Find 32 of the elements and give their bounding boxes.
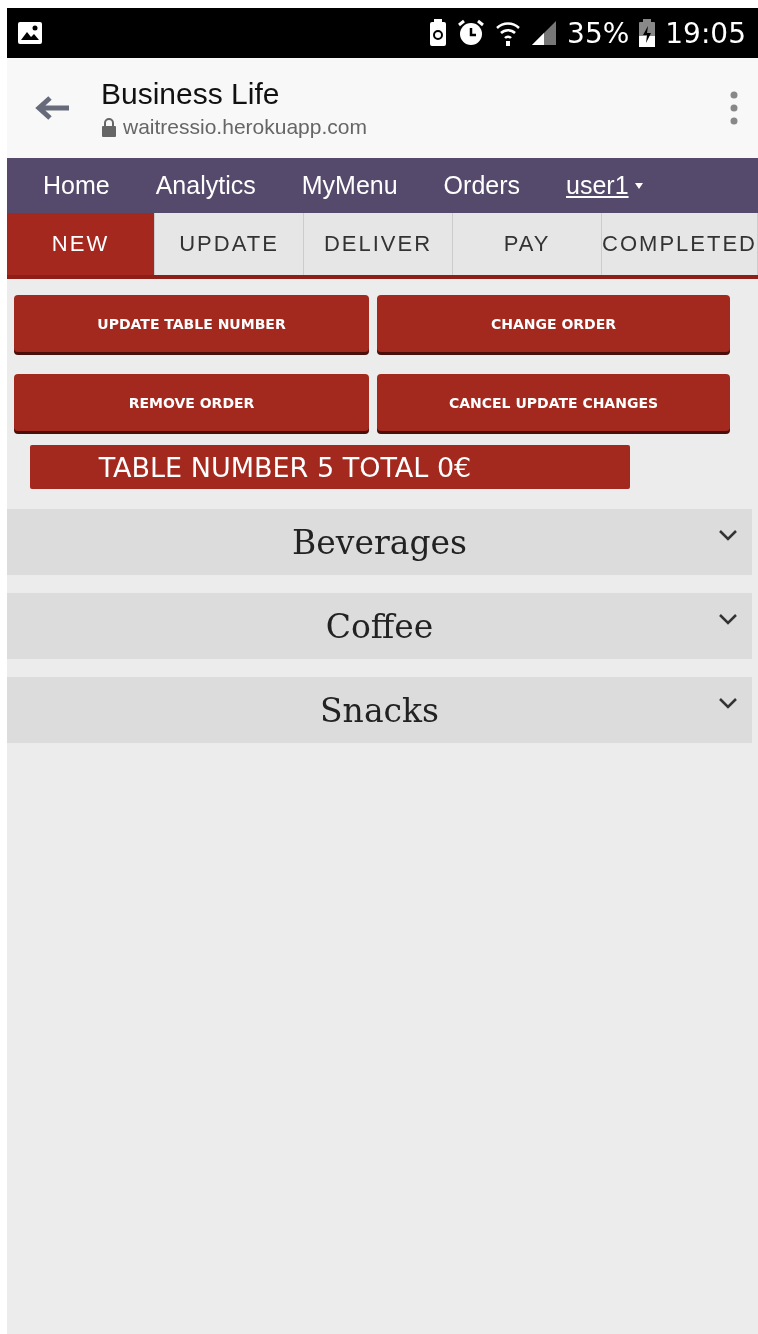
image-icon xyxy=(17,21,43,45)
category-header[interactable]: Coffee xyxy=(7,593,752,659)
wifi-icon xyxy=(495,19,522,47)
signal-icon xyxy=(531,20,558,46)
lock-icon xyxy=(101,117,117,137)
page-title: Business Life xyxy=(101,77,281,111)
alarm-icon xyxy=(457,19,486,47)
page-url: waitressio.herokuapp.com xyxy=(123,115,367,139)
order-tab[interactable]: DELIVER xyxy=(304,213,454,275)
order-tab[interactable]: COMPLETED xyxy=(602,213,758,275)
order-tab[interactable]: UPDATE xyxy=(155,213,304,275)
battery-saver-icon xyxy=(429,19,448,47)
order-tab[interactable]: PAY xyxy=(453,213,603,275)
action-button[interactable]: CHANGE ORDER xyxy=(377,295,730,352)
action-button[interactable]: CANCEL UPDATE CHANGES xyxy=(377,374,730,431)
battery-percent: 35% xyxy=(567,16,630,50)
nav-link[interactable]: MyMenu xyxy=(301,171,398,200)
battery-charging-icon xyxy=(639,19,656,47)
user-menu[interactable]: user1 xyxy=(566,171,643,200)
clock-time: 19:05 xyxy=(665,16,746,50)
caret-icon xyxy=(634,182,643,189)
action-button[interactable]: REMOVE ORDER xyxy=(14,374,369,431)
more-options-icon[interactable] xyxy=(730,91,738,125)
nav-link[interactable]: Analytics xyxy=(155,171,256,200)
category-header[interactable]: Snacks xyxy=(7,677,752,743)
order-tab[interactable]: NEW xyxy=(7,213,155,275)
order-summary-banner: TABLE NUMBER 5 TOTAL 0€ xyxy=(30,445,630,489)
nav-link[interactable]: Orders xyxy=(443,171,520,200)
back-arrow-icon[interactable] xyxy=(35,95,71,121)
category-header[interactable]: Beverages xyxy=(7,509,752,575)
action-button[interactable]: UPDATE TABLE NUMBER xyxy=(14,295,369,352)
nav-link[interactable]: Home xyxy=(43,171,110,200)
